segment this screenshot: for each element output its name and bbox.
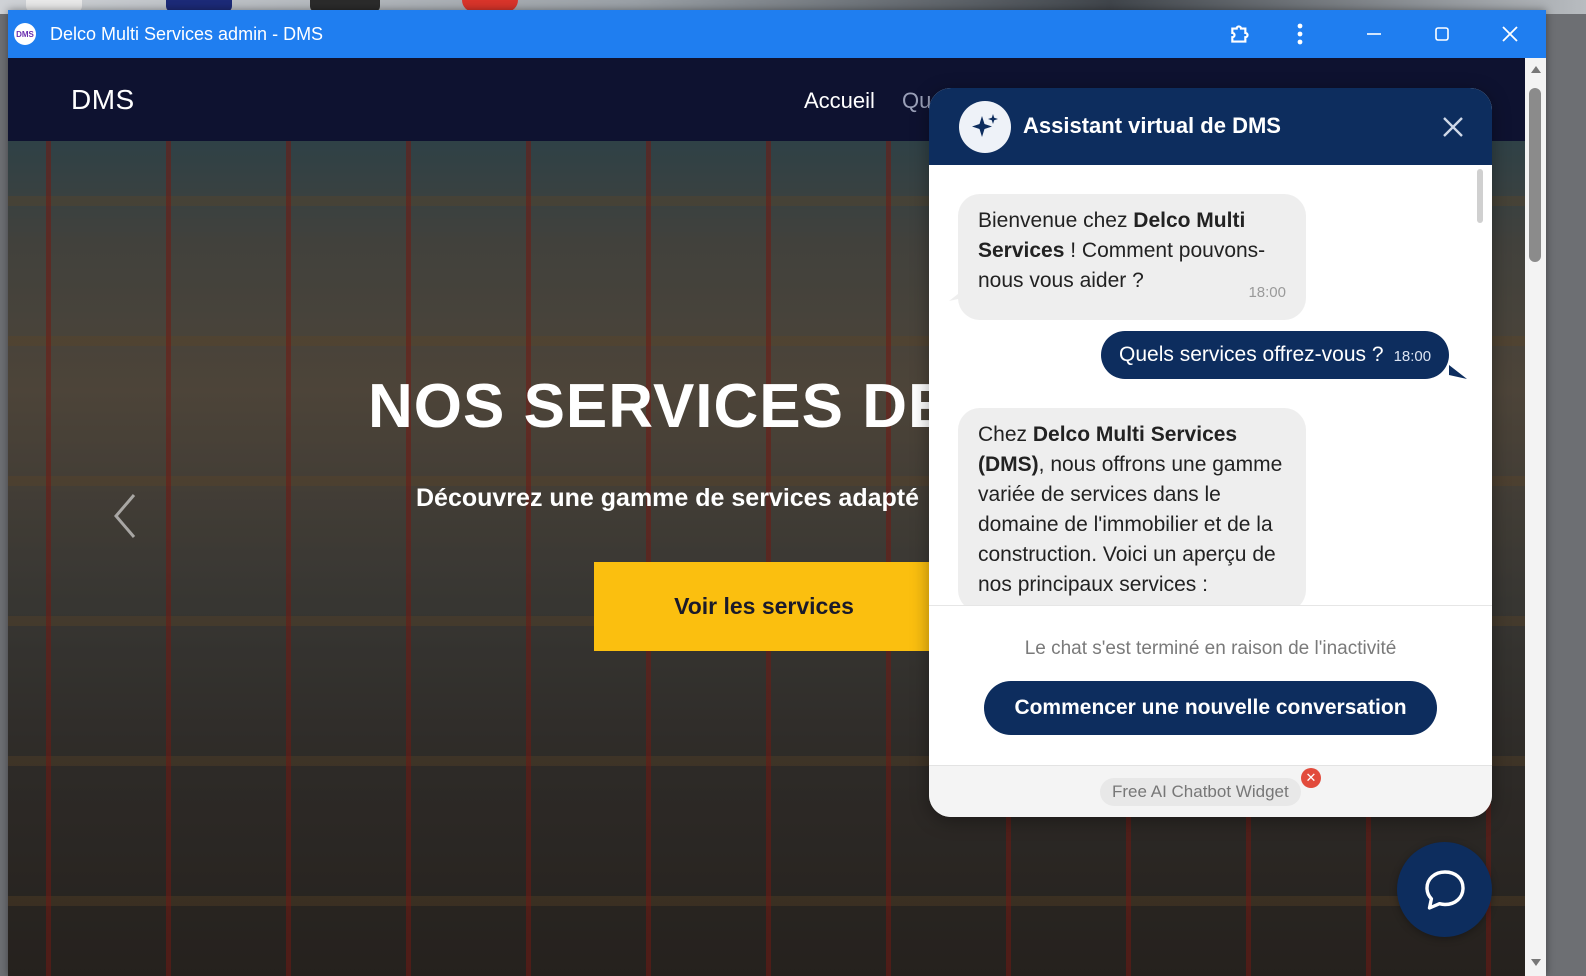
close-window-button[interactable]: [1480, 10, 1540, 58]
view-services-button[interactable]: Voir les services: [594, 562, 934, 651]
hero-subtitle: Découvrez une gamme de services adapté: [416, 484, 920, 512]
site-brand[interactable]: DMS: [71, 84, 135, 116]
chat-bubble-icon: [1424, 869, 1465, 910]
nav-link-truncated[interactable]: Qu: [902, 88, 931, 114]
app-icon: DMS: [14, 23, 36, 45]
scroll-up-icon[interactable]: [1530, 64, 1542, 74]
more-options-button[interactable]: [1270, 10, 1330, 58]
chat-footer: Le chat s'est terminé en raison de l'ina…: [929, 605, 1492, 766]
close-branding-icon[interactable]: ✕: [1301, 768, 1321, 788]
message-text: Chez: [978, 423, 1033, 446]
close-icon[interactable]: [1439, 113, 1467, 141]
scrollbar-thumb[interactable]: [1529, 88, 1541, 262]
titlebar: DMS Delco Multi Services admin - DMS: [8, 10, 1546, 58]
bot-message: Chez Delco Multi Services (DMS), nous of…: [958, 408, 1306, 605]
extensions-button[interactable]: [1211, 10, 1271, 58]
chat-branding-bar: Free AI Chatbot Widget ✕: [929, 765, 1492, 817]
message-text: Bienvenue chez: [978, 209, 1134, 232]
window-title: Delco Multi Services admin - DMS: [50, 23, 324, 44]
maximize-button[interactable]: [1412, 10, 1472, 58]
scroll-down-icon[interactable]: [1530, 958, 1542, 968]
message-time: 18:00: [1248, 284, 1286, 301]
extensions-icon: [1231, 25, 1249, 43]
chat-messages: Bienvenue chez Delco Multi Services ! Co…: [929, 165, 1492, 605]
chat-ended-notice: Le chat s'est terminé en raison de l'ina…: [1024, 638, 1397, 659]
minimize-button[interactable]: [1344, 10, 1404, 58]
chat-launcher-button[interactable]: [1397, 842, 1492, 937]
page-scrollbar[interactable]: [1525, 58, 1546, 976]
chat-scrollbar[interactable]: [1477, 169, 1483, 223]
chat-avatar: [959, 101, 1011, 153]
chat-widget: Assistant virtual de DMS Bienvenue chez …: [929, 88, 1492, 817]
message-text: Quels services offrez-vous ?: [1119, 343, 1384, 366]
minimize-icon: [1367, 33, 1381, 35]
bot-message: Bienvenue chez Delco Multi Services ! Co…: [958, 194, 1306, 320]
nav-link-accueil[interactable]: Accueil: [804, 88, 875, 114]
maximize-icon: [1435, 27, 1449, 41]
chevron-left-icon[interactable]: [108, 491, 144, 541]
branding-pill[interactable]: Free AI Chatbot Widget: [1100, 778, 1301, 806]
chat-title: Assistant virtual de DMS: [1023, 113, 1281, 138]
more-vert-icon: [1297, 23, 1303, 45]
bubble-tail: [949, 287, 967, 301]
close-icon: [1502, 26, 1518, 42]
user-message: Quels services offrez-vous ? 18:00: [1101, 331, 1450, 379]
sparkles-icon: [972, 114, 998, 137]
chat-header: Assistant virtual de DMS: [929, 88, 1492, 165]
new-conversation-button[interactable]: Commencer une nouvelle conversation: [984, 681, 1437, 735]
bubble-tail: [1449, 365, 1467, 379]
hero-title: NOS SERVICES DE C: [368, 372, 1015, 441]
message-time: 18:00: [1393, 348, 1432, 365]
